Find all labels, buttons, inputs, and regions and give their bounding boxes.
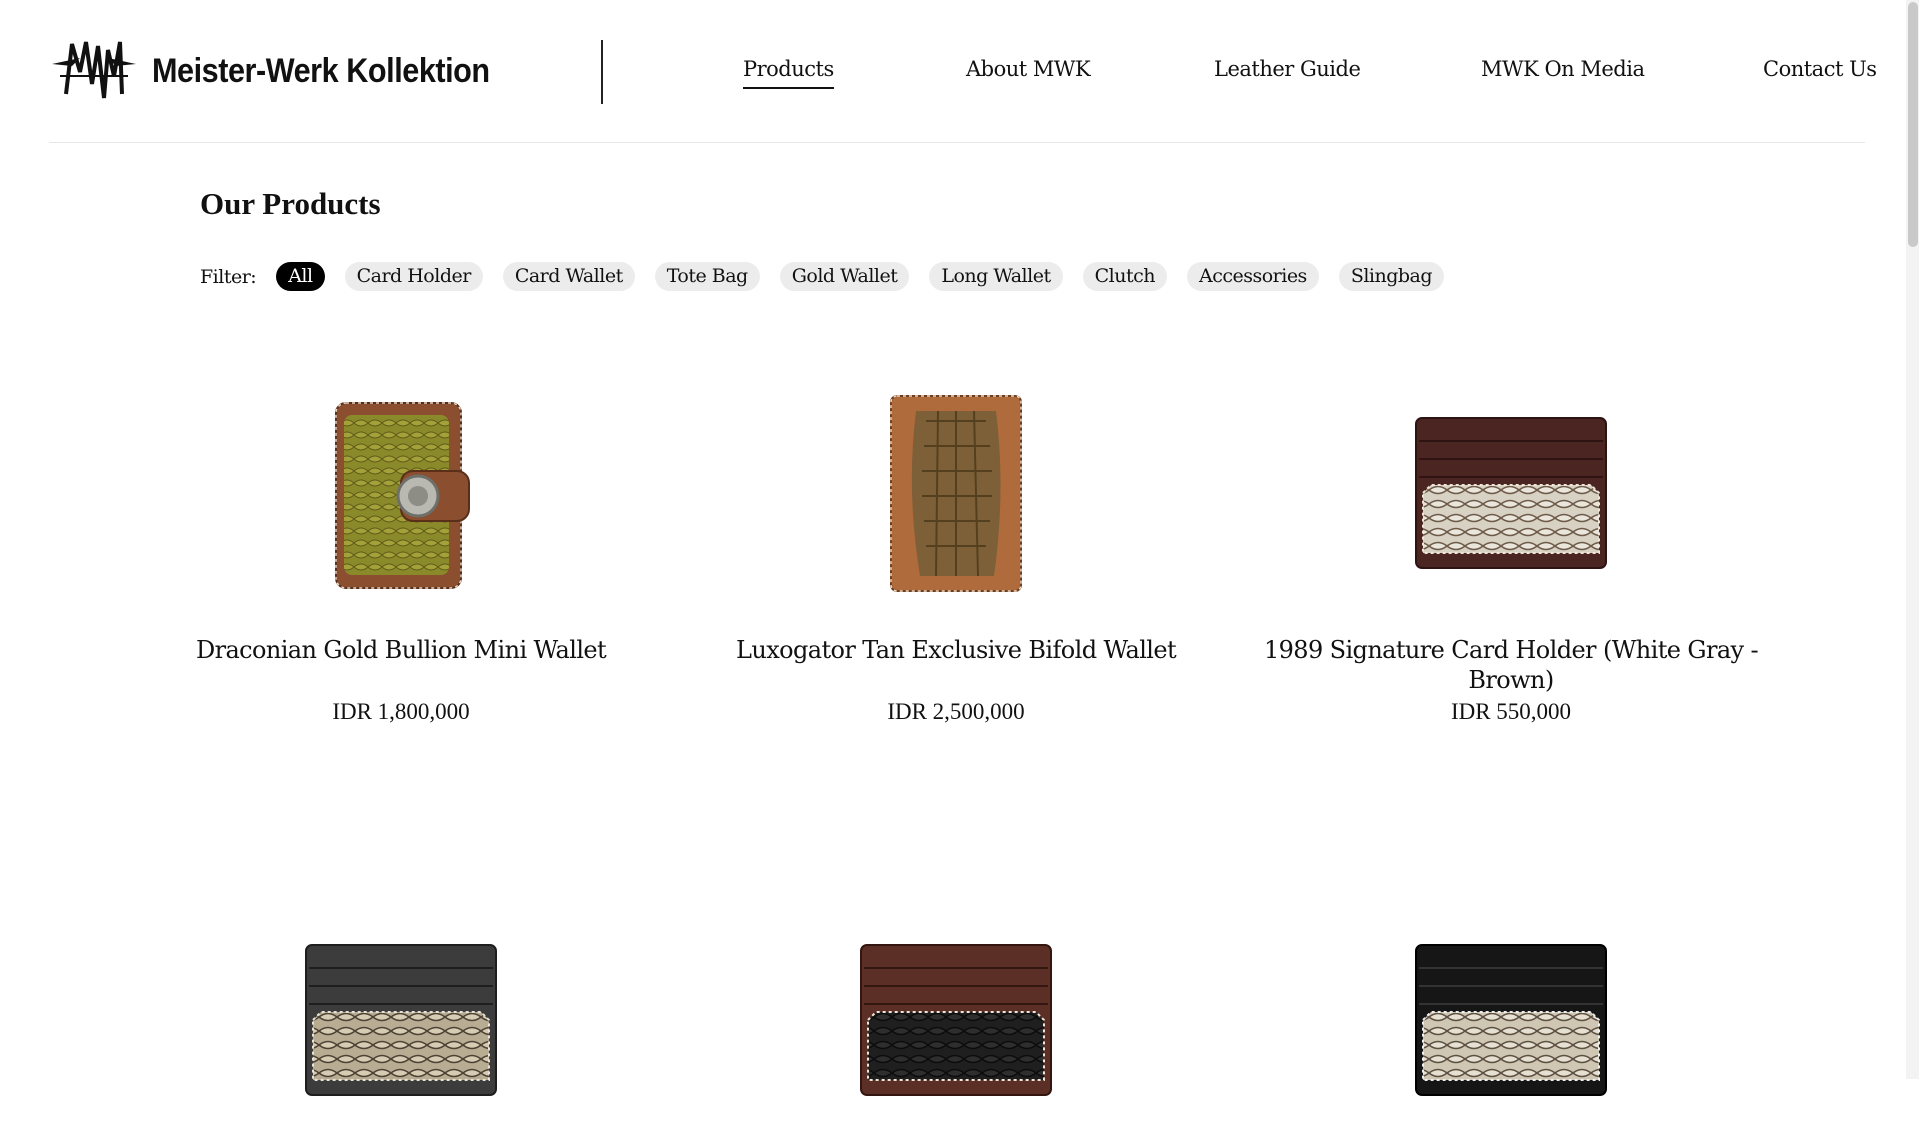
product-name[interactable]: 1989 Signature Card Holder (White Gray -… bbox=[1251, 635, 1771, 695]
filter-label: Filter: bbox=[200, 265, 257, 288]
filter-chip-clutch[interactable]: Clutch bbox=[1082, 262, 1167, 291]
filter-chip-tote-bag[interactable]: Tote Bag bbox=[654, 262, 760, 291]
product-name[interactable]: Draconian Gold Bullion Mini Wallet bbox=[141, 635, 661, 665]
main-nav: Products About MWK Leather Guide MWK On … bbox=[0, 57, 1900, 97]
filter-bar: Filter: All Card Holder Card Wallet Tote… bbox=[200, 262, 1464, 291]
product-price: IDR 1,800,000 bbox=[332, 699, 470, 724]
nav-products[interactable]: Products bbox=[743, 57, 834, 89]
product-price: IDR 550,000 bbox=[1450, 699, 1572, 724]
black-python-card-holder-image[interactable] bbox=[141, 910, 661, 1130]
page-scrollbar[interactable] bbox=[1906, 0, 1919, 1079]
black-white-python-card-holder-image[interactable] bbox=[1251, 910, 1771, 1130]
product-price: IDR 2,500,000 bbox=[887, 699, 1025, 724]
filter-chip-slingbag[interactable]: Slingbag bbox=[1338, 262, 1445, 291]
nav-leather-guide[interactable]: Leather Guide bbox=[1214, 57, 1361, 81]
filter-chip-gold-wallet[interactable]: Gold Wallet bbox=[779, 262, 910, 291]
python-mini-wallet-image[interactable] bbox=[141, 383, 661, 603]
filter-chip-all[interactable]: All bbox=[276, 262, 325, 291]
filter-chip-long-wallet[interactable]: Long Wallet bbox=[929, 262, 1063, 291]
python-card-holder-image[interactable] bbox=[1251, 383, 1771, 603]
filter-chip-card-wallet[interactable]: Card Wallet bbox=[502, 262, 635, 291]
product-name[interactable]: Luxogator Tan Exclusive Bifold Wallet bbox=[696, 635, 1216, 665]
scroll-thumb[interactable] bbox=[1908, 2, 1918, 247]
brown-black-card-holder-image[interactable] bbox=[696, 910, 1216, 1130]
crocodile-bifold-wallet-image[interactable] bbox=[696, 383, 1216, 603]
page-title: Our Products bbox=[200, 186, 381, 221]
filter-chip-card-holder[interactable]: Card Holder bbox=[344, 262, 483, 291]
site-header: Meister-Werk Kollektion Products About M… bbox=[0, 0, 1900, 143]
nav-about[interactable]: About MWK bbox=[966, 57, 1091, 81]
header-divider-line bbox=[49, 142, 1865, 143]
nav-mwk-on-media[interactable]: MWK On Media bbox=[1481, 57, 1645, 81]
nav-contact[interactable]: Contact Us bbox=[1763, 57, 1877, 81]
filter-chip-accessories[interactable]: Accessories bbox=[1186, 262, 1319, 291]
